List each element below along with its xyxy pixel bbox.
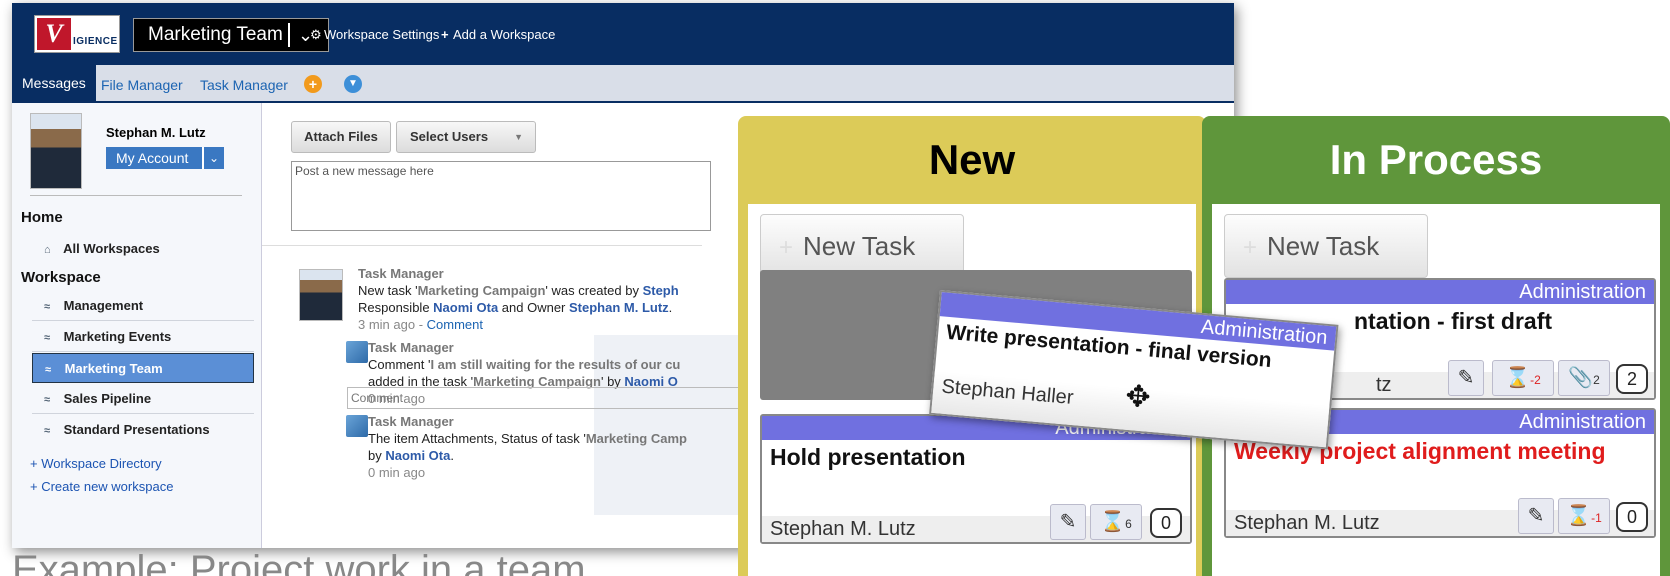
card-category: Administration bbox=[1226, 280, 1654, 304]
sidebar-item-label: Management bbox=[63, 298, 144, 313]
select-users-dropdown[interactable]: Select Users ▼ bbox=[396, 121, 536, 153]
add-tab-icon[interactable]: + bbox=[304, 75, 322, 93]
divider bbox=[262, 245, 702, 246]
hourglass-icon[interactable]: ⌛-1 bbox=[1558, 498, 1610, 534]
logo-mark: V bbox=[37, 18, 71, 50]
sidebar-item-label: Marketing Team bbox=[64, 361, 163, 376]
selector-divider bbox=[288, 23, 290, 47]
move-cursor-icon: ✥ bbox=[1124, 379, 1152, 415]
message-task-created: Task Manager New task 'Marketing Campaig… bbox=[358, 265, 698, 333]
main-tabs: Messages File Manager Task Manager + ▼ bbox=[12, 65, 1234, 103]
card-hours: -2 bbox=[1530, 373, 1541, 387]
card-title: Hold presentation bbox=[770, 444, 966, 470]
tab-task-manager[interactable]: Task Manager bbox=[200, 77, 288, 93]
paperclip-icon[interactable]: 📎2 bbox=[1558, 360, 1610, 396]
message-body-line2: by Naomi Ota. bbox=[368, 448, 454, 463]
pencil-icon[interactable]: ✎ bbox=[1050, 504, 1086, 540]
workspace-heading: Workspace bbox=[21, 269, 101, 286]
gear-icon: ⚙ bbox=[310, 27, 322, 42]
workspace-icon: ≈ bbox=[45, 364, 52, 376]
workspace-selector-label: Marketing Team bbox=[148, 24, 283, 45]
sidebar-item-label: All Workspaces bbox=[63, 241, 160, 256]
card-comments[interactable]: 2 bbox=[1616, 364, 1648, 394]
vigience-logo[interactable]: V IGIENCE bbox=[34, 15, 120, 53]
workspace-icon: ≈ bbox=[44, 332, 51, 344]
sidebar-item-standard-presentations[interactable]: ≈ Standard Presentations bbox=[32, 415, 254, 445]
avatar[interactable] bbox=[30, 113, 82, 189]
new-task-button[interactable]: + New Task bbox=[1224, 214, 1428, 278]
workspace-directory-link[interactable]: + Workspace Directory bbox=[30, 456, 162, 471]
sidebar-item-management[interactable]: ≈ Management bbox=[32, 291, 254, 321]
sidebar-item-label: Standard Presentations bbox=[63, 422, 210, 437]
sidebar-item-marketing-team[interactable]: ≈ Marketing Team bbox=[32, 353, 254, 383]
message-time: 0 min ago bbox=[368, 465, 426, 480]
plus-icon: + bbox=[1243, 234, 1258, 261]
pencil-icon[interactable]: ✎ bbox=[1518, 498, 1554, 534]
caption: Example: Project work in a team bbox=[12, 548, 586, 576]
add-workspace-link[interactable]: Add a Workspace bbox=[453, 27, 555, 42]
sidebar-item-label: Sales Pipeline bbox=[63, 391, 152, 406]
sidebar-item-marketing-events[interactable]: ≈ Marketing Events bbox=[32, 322, 254, 352]
home-icon: ⌂ bbox=[44, 244, 51, 256]
message-body: Comment 'I am still waiting for the resu… bbox=[368, 357, 681, 372]
workspace-icon: ≈ bbox=[44, 394, 51, 406]
card-hours: -1 bbox=[1591, 511, 1602, 525]
task-card-hold-presentation[interactable]: Administration Hold presentation Stephan… bbox=[760, 414, 1192, 544]
column-title: New bbox=[928, 136, 1016, 183]
home-heading: Home bbox=[21, 209, 63, 226]
card-hours: 6 bbox=[1125, 517, 1132, 531]
message-author: Task Manager bbox=[368, 340, 454, 355]
tab-messages[interactable]: Messages bbox=[12, 65, 96, 101]
user-name: Stephan M. Lutz bbox=[106, 125, 206, 140]
plus-icon: + bbox=[441, 27, 449, 42]
pencil-icon[interactable]: ✎ bbox=[1448, 360, 1484, 396]
divider bbox=[30, 195, 242, 196]
plus-icon: + bbox=[779, 234, 794, 261]
message-body: New task 'Marketing Campaign' was create… bbox=[358, 283, 679, 298]
sidebar: Stephan M. Lutz My Account ⌄ Home ⌂ All … bbox=[12, 103, 262, 548]
workspace-settings-link[interactable]: Workspace Settings bbox=[324, 27, 439, 42]
my-account-label: My Account bbox=[116, 150, 189, 166]
sidebar-item-label: Marketing Events bbox=[63, 329, 172, 344]
avatar bbox=[299, 269, 343, 321]
post-message-input[interactable]: Post a new message here bbox=[291, 161, 711, 231]
new-task-button[interactable]: + New Task bbox=[760, 214, 964, 278]
select-users-label: Select Users bbox=[410, 129, 489, 144]
comment-input[interactable]: Comment bbox=[347, 387, 747, 409]
chevron-down-icon[interactable]: ⌄ bbox=[202, 147, 224, 169]
message-time: 3 min ago bbox=[358, 317, 416, 332]
card-title: ntation - first draft bbox=[1354, 308, 1553, 334]
workspace-icon: ≈ bbox=[44, 301, 51, 313]
top-bar: V IGIENCE Marketing Team ⌄ ⚙ Workspace S… bbox=[12, 3, 1234, 65]
my-account-button[interactable]: My Account ⌄ bbox=[106, 147, 224, 169]
hourglass-icon[interactable]: ⌛-2 bbox=[1492, 360, 1554, 396]
sidebar-item-all-workspaces[interactable]: ⌂ All Workspaces bbox=[32, 234, 254, 264]
attach-files-button[interactable]: Attach Files bbox=[291, 121, 391, 153]
caret-down-icon: ▼ bbox=[514, 132, 523, 142]
task-icon bbox=[346, 415, 368, 437]
card-comments[interactable]: 0 bbox=[1616, 502, 1648, 532]
workspace-selector[interactable]: Marketing Team ⌄ bbox=[133, 18, 329, 52]
new-task-label: New Task bbox=[1267, 231, 1380, 261]
sidebar-item-sales-pipeline[interactable]: ≈ Sales Pipeline bbox=[32, 384, 254, 414]
column-title: In Process bbox=[1329, 136, 1543, 183]
task-icon bbox=[346, 341, 368, 363]
message-author: Task Manager bbox=[368, 414, 454, 429]
create-workspace-link[interactable]: + Create new workspace bbox=[30, 479, 173, 494]
new-task-label: New Task bbox=[803, 231, 916, 261]
message-status-change: Task Manager The item Attachments, Statu… bbox=[368, 413, 698, 481]
hourglass-icon[interactable]: ⌛6 bbox=[1090, 504, 1142, 540]
workspace-icon: ≈ bbox=[44, 425, 51, 437]
card-comments[interactable]: 0 bbox=[1150, 508, 1182, 538]
logo-text: IGIENCE bbox=[73, 36, 118, 47]
message-body: The item Attachments, Status of task 'Ma… bbox=[368, 431, 687, 446]
tab-file-manager[interactable]: File Manager bbox=[101, 77, 183, 93]
card-attachments: 2 bbox=[1593, 373, 1600, 387]
more-tabs-icon[interactable]: ▼ bbox=[344, 75, 362, 93]
message-author: Task Manager bbox=[358, 266, 444, 281]
message-body-line2: Responsible Naomi Ota and Owner Stephan … bbox=[358, 300, 673, 315]
comment-link[interactable]: Comment bbox=[427, 317, 483, 332]
